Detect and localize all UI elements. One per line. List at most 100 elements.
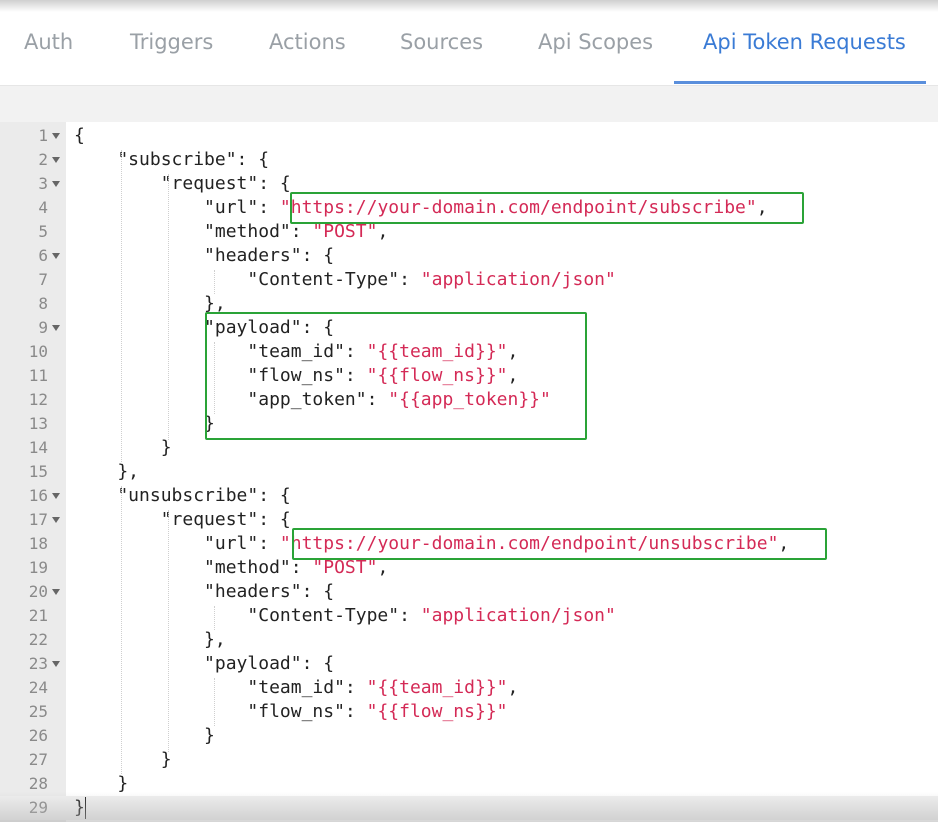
fold-arrow-icon[interactable]: [52, 157, 60, 163]
code-token: }: [74, 725, 215, 746]
indent-guide: [214, 678, 215, 726]
line-number: 25: [28, 702, 48, 721]
code-token: ,: [507, 677, 519, 698]
fold-arrow-icon[interactable]: [52, 325, 60, 331]
code-line: 2 "subscribe": {: [0, 148, 938, 172]
code-text: "headers": {: [74, 244, 334, 268]
code-token: ,: [377, 557, 389, 578]
code-token: "payload": {: [74, 317, 335, 338]
fold-arrow-icon[interactable]: [52, 589, 60, 595]
code-token: "request": {: [74, 173, 291, 194]
code-line: 4 "url": "https://your-domain.com/endpoi…: [0, 196, 938, 220]
code-token: }: [74, 773, 129, 794]
code-token: "unsubscribe": {: [74, 485, 291, 506]
tab-sources[interactable]: Sources: [400, 0, 483, 84]
tab-api-scopes[interactable]: Api Scopes: [538, 0, 653, 84]
code-text: },: [74, 460, 139, 484]
indent-guide: [168, 510, 169, 752]
code-text: "flow_ns": "{{flow_ns}}",: [74, 364, 518, 388]
line-number: 4: [38, 198, 48, 217]
code-token: "team_id":: [74, 341, 367, 362]
tab-auth[interactable]: Auth: [24, 0, 73, 84]
code-token: ,: [778, 533, 790, 554]
code-line: 22 },: [0, 628, 938, 652]
line-number: 24: [28, 678, 48, 697]
code-line: 18 "url": "https://your-domain.com/endpo…: [0, 532, 938, 556]
code-text: "payload": {: [74, 316, 334, 340]
line-number: 10: [28, 342, 48, 361]
code-line: 8 },: [0, 292, 938, 316]
code-text: "Content-Type": "application/json": [74, 268, 615, 292]
indent-guide: [214, 342, 215, 414]
line-number: 22: [28, 630, 48, 649]
code-token: }: [74, 797, 85, 818]
code-line: 3 "request": {: [0, 172, 938, 196]
editor-toolbar-band: [0, 86, 938, 122]
code-line: 23 "payload": {: [0, 652, 938, 676]
tab-actions[interactable]: Actions: [269, 0, 346, 84]
code-token: "url":: [74, 197, 280, 218]
string-token: "https://your-domain.com/endpoint/subscr…: [279, 197, 757, 218]
code-token: "team_id":: [74, 677, 367, 698]
code-token: ,: [507, 365, 519, 386]
line-number: 2: [38, 150, 48, 169]
string-token: "https://your-domain.com/endpoint/unsubs…: [279, 533, 779, 554]
code-token: "method":: [74, 557, 313, 578]
code-text: }: [74, 796, 85, 820]
fold-arrow-icon[interactable]: [52, 493, 60, 499]
line-number: 18: [28, 534, 48, 553]
code-line: 11 "flow_ns": "{{flow_ns}}",: [0, 364, 938, 388]
line-number: 15: [28, 462, 48, 481]
fold-arrow-icon[interactable]: [52, 661, 60, 667]
fold-arrow-icon[interactable]: [52, 181, 60, 187]
line-number: 27: [28, 750, 48, 769]
code-text: "Content-Type": "application/json": [74, 604, 615, 628]
code-token: "headers": {: [74, 581, 335, 602]
code-line: 7 "Content-Type": "application/json": [0, 268, 938, 292]
code-token: "url":: [74, 533, 280, 554]
code-text: "unsubscribe": {: [74, 484, 291, 508]
code-token: "headers": {: [74, 245, 335, 266]
code-text: "headers": {: [74, 580, 334, 604]
code-line: 12 "app_token": "{{app_token}}": [0, 388, 938, 412]
code-text: {: [74, 124, 85, 148]
code-token: },: [74, 293, 226, 314]
indent-guide: [168, 174, 169, 440]
code-line: 10 "team_id": "{{team_id}}",: [0, 340, 938, 364]
line-number: 3: [38, 174, 48, 193]
code-text: "url": "https://your-domain.com/endpoint…: [74, 532, 789, 556]
code-token: ,: [756, 197, 768, 218]
string-token: "{{flow_ns}}": [366, 701, 508, 722]
fold-arrow-icon[interactable]: [52, 517, 60, 523]
code-text: "team_id": "{{team_id}}",: [74, 340, 518, 364]
string-token: "POST": [312, 557, 378, 578]
line-number: 14: [28, 438, 48, 457]
tab-api-token-requests[interactable]: Api Token Requests: [703, 0, 906, 84]
code-text: },: [74, 292, 226, 316]
code-token: ,: [507, 341, 519, 362]
code-token: "Content-Type":: [74, 269, 421, 290]
code-token: },: [74, 629, 226, 650]
line-number: 26: [28, 726, 48, 745]
code-token: ,: [377, 221, 389, 242]
code-token: }: [74, 437, 172, 458]
code-line: 25 "flow_ns": "{{flow_ns}}": [0, 700, 938, 724]
fold-arrow-icon[interactable]: [52, 133, 60, 139]
code-text: "subscribe": {: [74, 148, 269, 172]
code-text: },: [74, 628, 226, 652]
line-number: 20: [28, 582, 48, 601]
fold-arrow-icon[interactable]: [52, 253, 60, 259]
code-token: "flow_ns":: [74, 365, 367, 386]
indent-guide: [214, 606, 215, 630]
line-number: 6: [38, 246, 48, 265]
code-line: 13 }: [0, 412, 938, 436]
code-line: 26 }: [0, 724, 938, 748]
line-number: 16: [28, 486, 48, 505]
tab-triggers[interactable]: Triggers: [130, 0, 213, 84]
line-number: 5: [38, 222, 48, 241]
code-text: "url": "https://your-domain.com/endpoint…: [74, 196, 768, 220]
code-editor[interactable]: 1{2 "subscribe": {3 "request": {4 "url":…: [0, 122, 938, 822]
code-token: "subscribe": {: [74, 149, 270, 170]
code-line: 28 }: [0, 772, 938, 796]
code-line: 17 "request": {: [0, 508, 938, 532]
